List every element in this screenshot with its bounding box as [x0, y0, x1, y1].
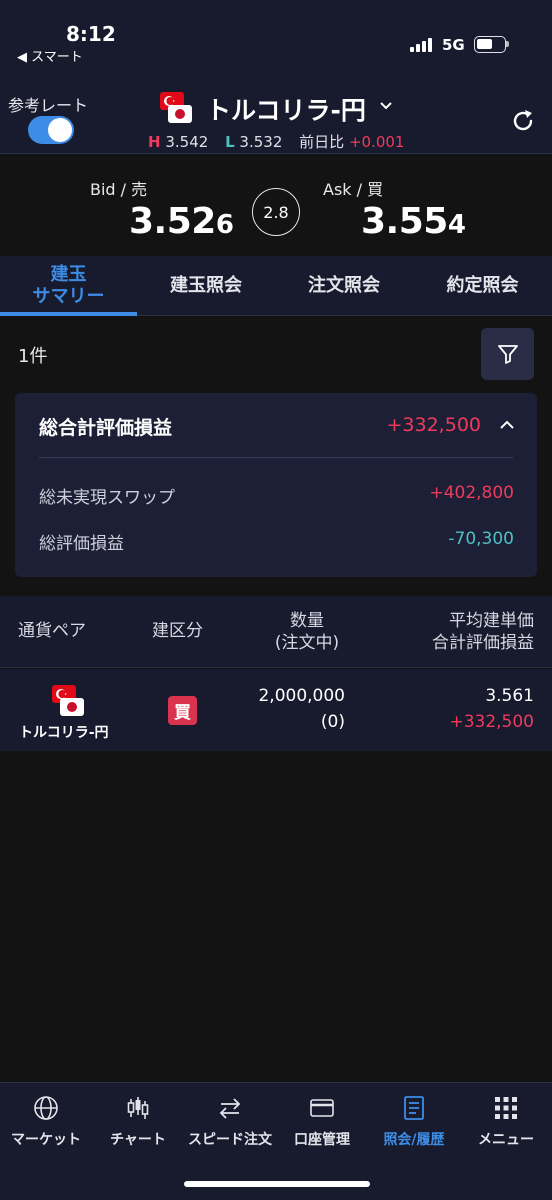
table-row[interactable]: トルコリラ-円 買 2,000,000 (0) 3.561 +332,500 [0, 669, 552, 751]
unrealized-swap-value: +402,800 [429, 483, 514, 503]
candlestick-icon [127, 1097, 149, 1119]
header-quantity-line1: 数量 [290, 611, 324, 631]
network-type: 5G [442, 36, 465, 54]
change-label: 前日比 [299, 133, 345, 151]
cellular-signal-icon [410, 37, 435, 52]
spread-indicator: 2.8 [252, 188, 300, 236]
chevron-down-icon[interactable] [379, 99, 393, 113]
inquiry-tabs: 建玉 サマリー 建玉照会 注文照会 約定照会 [0, 256, 552, 316]
low-value: 3.532 [239, 133, 283, 151]
filter-icon [497, 345, 518, 364]
japan-flag-icon [60, 698, 84, 716]
header-average-price-line2: 合計評価損益 [432, 633, 534, 653]
low-label: L [225, 133, 235, 151]
refresh-icon[interactable] [510, 108, 536, 134]
status-time: 8:12 [66, 22, 116, 46]
row-price-cell: 3.561 +332,500 [449, 683, 534, 735]
currency-pair-flag-icon [52, 685, 86, 719]
buy-side-badge: 買 [168, 696, 197, 725]
ref-rate-toggle[interactable] [28, 116, 74, 144]
active-tab-indicator [0, 312, 137, 316]
currency-pair-selector[interactable]: トルコリラ-円 [206, 91, 366, 127]
bid-price-button[interactable]: 3.526 [129, 201, 234, 242]
row-quantity: 2,000,000 [258, 686, 345, 706]
tab-position-inquiry[interactable]: 建玉照会 [137, 256, 275, 316]
nav-menu-label: メニュー [478, 1132, 534, 1148]
status-bar: 8:12 ◀ スマート 5G [0, 0, 552, 75]
result-count: 1件 [18, 346, 48, 367]
summary-total-pnl: +332,500 [386, 414, 482, 436]
row-pending-quantity: (0) [320, 712, 345, 732]
nav-speed-order[interactable]: スピード注文 [184, 1083, 276, 1153]
valuation-pnl-value: -70,300 [448, 529, 514, 549]
header-quantity-line2: (注文中) [274, 633, 340, 653]
bid-price-main: 3.52 [129, 201, 216, 242]
price-panel: Bid / 売 3.526 2.8 Ask / 買 3.554 [0, 155, 552, 256]
header-currency-pair: 通貨ペア [18, 621, 86, 641]
back-to-app-link[interactable]: ◀ スマート [17, 46, 83, 65]
header-average-price-line1: 平均建単価 [449, 611, 534, 631]
chevron-up-icon[interactable] [499, 418, 515, 432]
tab-order-inquiry[interactable]: 注文照会 [275, 256, 413, 316]
valuation-pnl-label: 総評価損益 [39, 534, 124, 554]
grid-menu-icon [495, 1097, 517, 1119]
card-icon [310, 1099, 334, 1117]
app-header: 参考レート トルコリラ-円 H 3.542 L 3.532 前日比 +0.001 [0, 75, 552, 154]
summary-title: 総合計評価損益 [39, 417, 173, 439]
globe-icon [34, 1096, 58, 1120]
high-low-row: H 3.542 L 3.532 前日比 +0.001 [148, 131, 404, 152]
ask-price-button[interactable]: 3.554 [361, 201, 466, 242]
ref-rate-label: 参考レート [8, 96, 89, 115]
bid-label: Bid / 売 [90, 180, 148, 199]
unrealized-swap-label: 総未実現スワップ [39, 488, 175, 508]
header-quantity: 数量 (注文中) [268, 610, 346, 654]
ask-price-main: 3.55 [361, 201, 448, 242]
summary-card: 総合計評価損益 +332,500 総未実現スワップ +402,800 総評価損益… [15, 393, 537, 577]
nav-chart[interactable]: チャート [92, 1083, 184, 1153]
filter-button[interactable] [481, 328, 534, 380]
bid-price-pip: 6 [215, 210, 234, 240]
high-label: H [148, 133, 161, 151]
summary-divider [39, 457, 513, 458]
nav-account[interactable]: 口座管理 [276, 1083, 368, 1153]
row-total-pnl: +332,500 [449, 712, 534, 732]
row-average-price: 3.561 [485, 686, 534, 706]
currency-pair-flag-icon[interactable] [160, 92, 194, 126]
row-currency-pair: トルコリラ-円 [19, 725, 109, 741]
swap-arrows-icon [219, 1098, 241, 1119]
ask-price-pip: 4 [447, 210, 466, 240]
row-quantity-cell: 2,000,000 (0) [258, 683, 345, 735]
header-side: 建区分 [152, 621, 203, 641]
home-indicator[interactable] [184, 1181, 370, 1187]
battery-icon [474, 36, 509, 53]
tab-execution-inquiry[interactable]: 約定照会 [413, 256, 552, 316]
tab-position-summary[interactable]: 建玉 サマリー [0, 256, 137, 316]
japan-flag-icon [168, 105, 192, 123]
nav-market[interactable]: マーケット [0, 1083, 92, 1153]
change-value: +0.001 [348, 133, 405, 151]
ask-label: Ask / 買 [323, 180, 384, 199]
document-icon [404, 1096, 424, 1120]
header-average-price: 平均建単価 合計評価損益 [432, 610, 534, 654]
positions-table-header: 通貨ペア 建区分 数量 (注文中) 平均建単価 合計評価損益 [0, 596, 552, 668]
nav-menu[interactable]: メニュー [460, 1083, 552, 1153]
nav-inquiry-history[interactable]: 照会/履歴 [368, 1083, 460, 1153]
high-value: 3.542 [165, 133, 209, 151]
